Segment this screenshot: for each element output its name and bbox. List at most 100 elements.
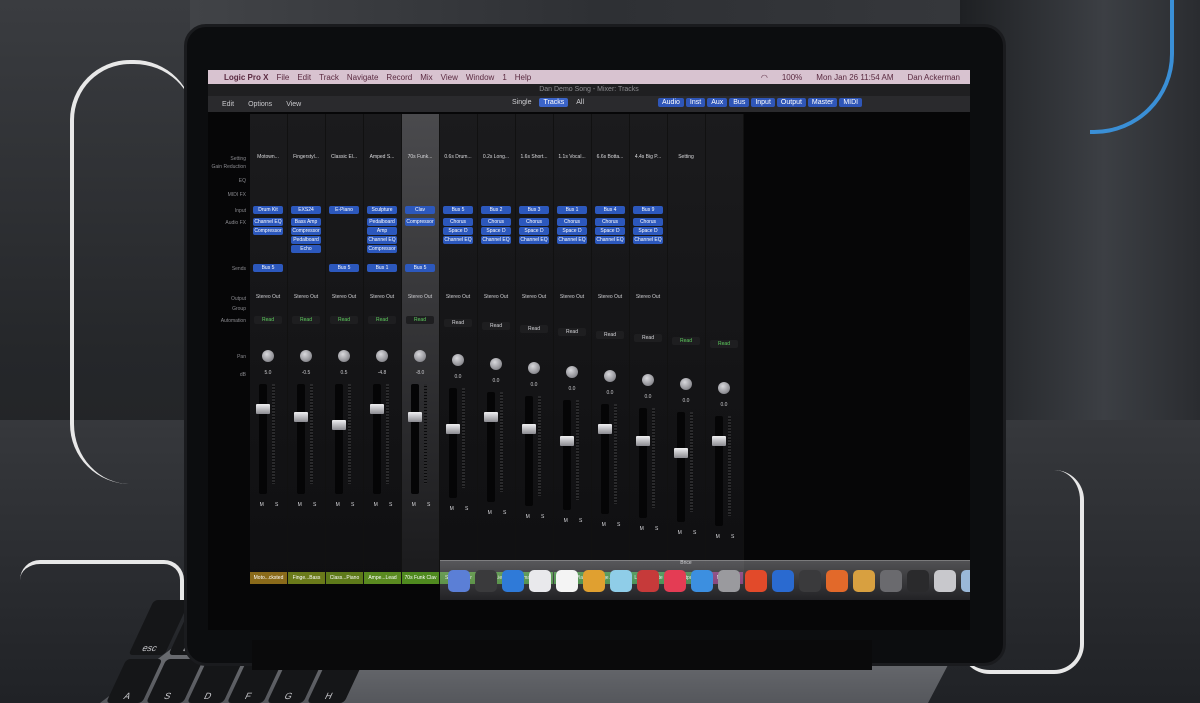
volume-fader[interactable] <box>560 436 574 446</box>
track-name-tag[interactable]: Class...Piano <box>326 572 363 584</box>
strip-output[interactable]: Stereo Out <box>252 294 284 300</box>
strip-input[interactable]: E-Piano <box>329 206 359 214</box>
track-name-tag[interactable]: Moto...cksted <box>250 572 287 584</box>
strip-audio-fx[interactable]: Pedalboard <box>291 236 321 244</box>
word-icon[interactable] <box>772 569 794 592</box>
pan-knob[interactable] <box>490 358 502 370</box>
strip-automation[interactable]: Read <box>444 319 472 327</box>
terminal-icon[interactable] <box>799 569 821 592</box>
wifi-icon[interactable]: ◠ <box>761 73 768 82</box>
menu-navigate[interactable]: Navigate <box>347 73 379 82</box>
calculator-icon[interactable] <box>853 569 875 592</box>
strip-automation[interactable]: Read <box>672 337 700 345</box>
channel-strip[interactable]: 0.6s Drum... Bus 5 Chorus Space D Channel EQ… <box>440 114 478 584</box>
pan-knob[interactable] <box>338 350 350 362</box>
strip-audio-fx[interactable]: Chorus <box>557 218 587 226</box>
mute-button[interactable]: M <box>298 502 302 508</box>
solo-button[interactable]: S <box>731 534 734 540</box>
volume-fader[interactable] <box>674 448 688 458</box>
filter-output[interactable]: Output <box>776 98 806 107</box>
strip-setting[interactable]: Amped S... <box>365 154 399 160</box>
strip-output[interactable]: Stereo Out <box>518 294 550 300</box>
volume-fader[interactable] <box>484 412 498 422</box>
strip-audio-fx[interactable]: Space D <box>443 227 473 235</box>
strip-automation[interactable]: Read <box>520 325 548 333</box>
strip-input[interactable]: Sculpture <box>367 206 397 214</box>
strip-output[interactable]: Stereo Out <box>290 294 322 300</box>
calendar-icon[interactable] <box>529 569 551 592</box>
messages-icon[interactable] <box>610 569 632 592</box>
menu-file[interactable]: File <box>276 73 289 82</box>
filter-aux[interactable]: Aux <box>707 98 728 107</box>
strip-setting[interactable]: 1.1s Vocal... <box>555 154 589 160</box>
mute-button[interactable]: M <box>336 502 340 508</box>
channel-strip[interactable]: Motown... Drum Kit Channel EQ Compressor Bus… <box>250 114 288 584</box>
menu-1[interactable]: 1 <box>502 73 506 82</box>
notes-icon[interactable] <box>556 569 578 592</box>
menu-help[interactable]: Help <box>515 73 531 82</box>
strip-audio-fx[interactable]: Chorus <box>443 218 473 226</box>
strip-input[interactable]: Clav <box>405 206 435 214</box>
strip-send[interactable]: Bus 5 <box>405 264 435 272</box>
solo-button[interactable]: S <box>503 510 506 516</box>
strip-setting[interactable]: Classic El... <box>327 154 361 160</box>
volume-fader[interactable] <box>598 424 612 434</box>
strip-audio-fx[interactable]: Chorus <box>481 218 511 226</box>
finder-icon[interactable] <box>448 569 470 592</box>
strip-input[interactable]: Bus 3 <box>519 206 549 214</box>
solo-button[interactable]: S <box>275 502 278 508</box>
strip-audio-fx[interactable]: Channel EQ <box>443 236 473 244</box>
strip-audio-fx[interactable]: Channel EQ <box>595 236 625 244</box>
pan-knob[interactable] <box>680 378 692 390</box>
strip-audio-fx[interactable]: Echo <box>291 245 321 253</box>
documents-icon[interactable] <box>961 569 970 592</box>
strip-setting[interactable]: Fingerstyl... <box>289 154 323 160</box>
strip-automation[interactable]: Read <box>558 328 586 336</box>
track-name-tag[interactable]: Ampe...Lead <box>364 572 401 584</box>
solo-button[interactable]: S <box>427 502 430 508</box>
solo-button[interactable]: S <box>389 502 392 508</box>
strip-audio-fx[interactable]: Chorus <box>519 218 549 226</box>
strip-automation[interactable]: Read <box>482 322 510 330</box>
channel-strip[interactable]: 1.6s Short... Bus 3 Chorus Space D Channel E… <box>516 114 554 584</box>
mute-button[interactable]: M <box>716 534 720 540</box>
channel-strip[interactable]: 4.4s Big P... Bus 9 Chorus Space D Channel E… <box>630 114 668 584</box>
volume-fader[interactable] <box>256 404 270 414</box>
pan-knob[interactable] <box>528 362 540 374</box>
mute-button[interactable]: M <box>450 506 454 512</box>
solo-button[interactable]: S <box>617 522 620 528</box>
strip-input[interactable]: Bus 1 <box>557 206 587 214</box>
strip-audio-fx[interactable]: Compressor <box>367 245 397 253</box>
solo-button[interactable]: S <box>655 526 658 532</box>
strip-input[interactable]: Bus 9 <box>633 206 663 214</box>
logic-icon[interactable] <box>907 569 929 592</box>
strip-output[interactable]: Stereo Out <box>404 294 436 300</box>
strip-setting[interactable]: 0.2s Long... <box>479 154 513 160</box>
launchpad-icon[interactable] <box>475 569 497 592</box>
channel-strip[interactable]: Classic El... E-Piano Bus 5 Stereo Out Read 0… <box>326 114 364 584</box>
pan-knob[interactable] <box>262 350 274 362</box>
mute-button[interactable]: M <box>526 514 530 520</box>
mute-button[interactable]: M <box>640 526 644 532</box>
pan-knob[interactable] <box>566 366 578 378</box>
strip-output[interactable]: Stereo Out <box>556 294 588 300</box>
strip-setting[interactable]: Motown... <box>251 154 285 160</box>
menu-track[interactable]: Track <box>319 73 339 82</box>
strip-audio-fx[interactable]: Space D <box>519 227 549 235</box>
clock[interactable]: Mon Jan 26 11:54 AM <box>816 73 893 82</box>
volume-fader[interactable] <box>332 420 346 430</box>
appstore-icon[interactable] <box>691 569 713 592</box>
pan-knob[interactable] <box>414 350 426 362</box>
strip-output[interactable]: Stereo Out <box>480 294 512 300</box>
strip-input[interactable]: Bus 5 <box>443 206 473 214</box>
strip-audio-fx[interactable]: Channel EQ <box>481 236 511 244</box>
strip-audio-fx[interactable]: Compressor <box>291 227 321 235</box>
strip-setting[interactable]: 1.6s Short... <box>517 154 551 160</box>
strip-automation[interactable]: Read <box>330 316 358 324</box>
mute-button[interactable]: M <box>602 522 606 528</box>
volume-fader[interactable] <box>446 424 460 434</box>
strip-automation[interactable]: Read <box>368 316 396 324</box>
strip-output[interactable]: Stereo Out <box>328 294 360 300</box>
strip-audio-fx[interactable]: Channel EQ <box>519 236 549 244</box>
strip-audio-fx[interactable]: Compressor <box>253 227 283 235</box>
